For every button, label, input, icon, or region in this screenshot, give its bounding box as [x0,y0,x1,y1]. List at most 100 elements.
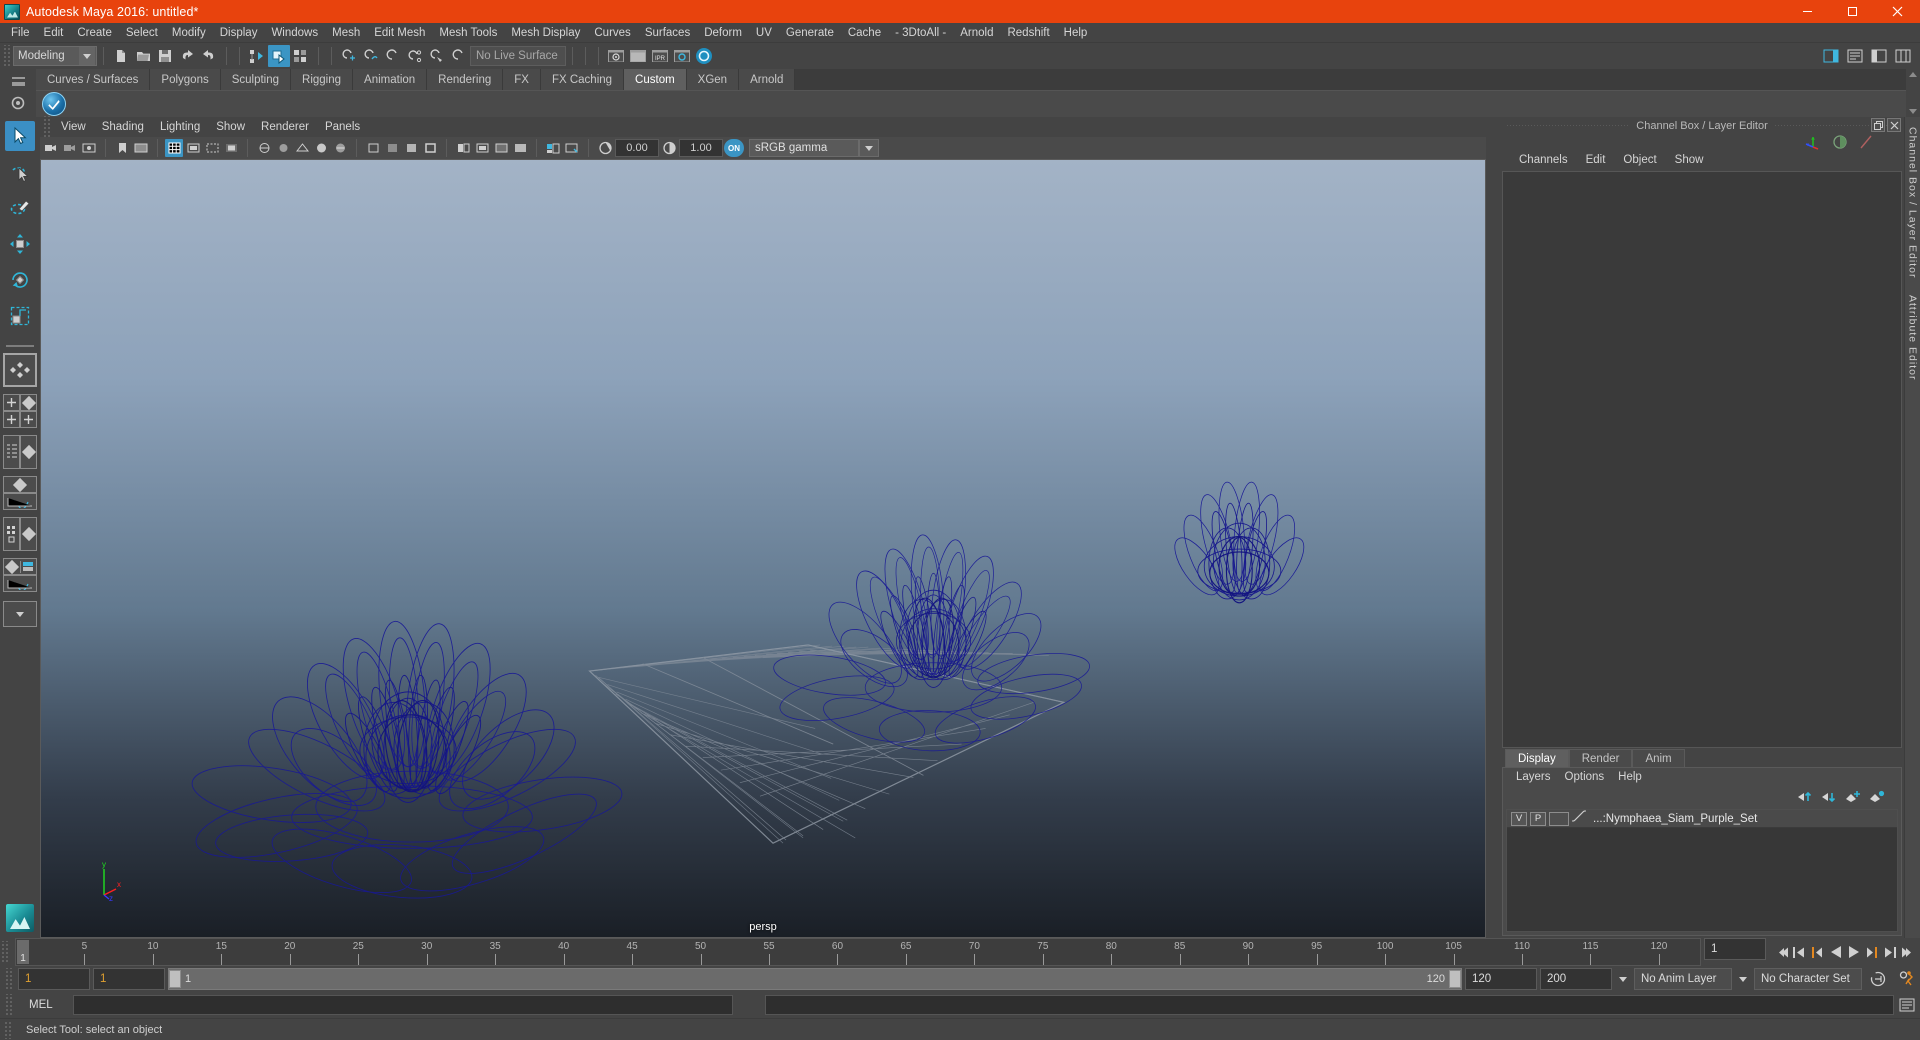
range-slider-grip[interactable] [4,968,12,990]
new-scene-icon[interactable] [110,45,132,67]
layout-cell-graph[interactable] [3,493,37,510]
checkmark-badge-icon[interactable] [42,92,66,116]
lasso-select-tool[interactable] [5,157,35,187]
channelbox-menu-object[interactable]: Object [1614,153,1665,167]
snap-point-icon[interactable] [382,45,404,67]
anim-layer-dropdown-arrow[interactable] [1615,976,1631,982]
redo-icon[interactable] [198,45,220,67]
layout-cell-persp[interactable] [20,517,37,551]
layer-visibility-toggle[interactable]: V [1511,811,1527,826]
smooth-shade-icon[interactable] [312,139,330,157]
outliner-persp-layout[interactable] [3,435,37,469]
xray-active-components-icon[interactable] [511,139,529,157]
shelf-tab-animation[interactable]: Animation [353,69,428,90]
snap-view-plane-icon[interactable] [426,45,448,67]
tab-display[interactable]: Display [1505,749,1569,767]
gamma-icon[interactable] [660,139,678,157]
camera-attributes-icon[interactable] [80,139,98,157]
resolution-gate-icon[interactable] [203,139,221,157]
menu-generate[interactable]: Generate [779,24,841,42]
layout-cell-outliner[interactable] [3,435,20,469]
menu-create[interactable]: Create [70,24,119,42]
menu-help[interactable]: Help [1057,24,1095,42]
layout-cell[interactable] [20,411,37,428]
minimize-button[interactable] [1785,0,1830,23]
screen-space-ao-icon[interactable] [402,139,420,157]
menu-mesh-tools[interactable]: Mesh Tools [432,24,504,42]
smooth-shade-textured-icon[interactable] [331,139,349,157]
layout-cell[interactable] [3,394,20,411]
step-forward-keyframe-icon[interactable] [1881,941,1898,963]
layout-row[interactable] [3,558,37,575]
shelf-tab-polygons[interactable]: Polygons [150,69,221,90]
hud-icon[interactable] [563,139,581,157]
more-layouts[interactable] [3,601,37,627]
color-profile-field[interactable]: sRGB gamma [749,139,859,157]
menu-3dtoall[interactable]: - 3DtoAll - [888,24,953,42]
animation-end-field[interactable]: 200 [1540,968,1612,990]
shelf-options-icon[interactable] [8,93,28,113]
viewport-grip[interactable] [42,116,50,138]
scroll-up-icon[interactable] [1909,72,1917,77]
menu-file[interactable]: File [4,24,37,42]
scroll-down-icon[interactable] [1909,109,1917,114]
hypershade-persp-layout[interactable] [3,517,37,551]
exposure-field[interactable]: 0.00 [615,139,659,157]
channel-box-icon[interactable] [1892,45,1914,67]
character-set-dropdown-arrow[interactable] [1735,976,1751,982]
shelf-tab-custom[interactable]: Custom [624,69,687,90]
save-scene-icon[interactable] [154,45,176,67]
range-right-handle[interactable] [1449,970,1461,988]
menu-select[interactable]: Select [119,24,165,42]
render-settings-icon[interactable]: IPR [649,45,671,67]
snap-curve-icon[interactable] [360,45,382,67]
new-layer-from-selected-icon[interactable] [1869,790,1885,803]
layout-cell[interactable] [3,411,20,428]
persp-graph-layout[interactable] [3,476,37,510]
select-by-object-icon[interactable] [268,45,290,67]
menu-surfaces[interactable]: Surfaces [638,24,697,42]
go-to-start-icon[interactable] [1773,941,1790,963]
close-panel-icon[interactable] [1887,118,1901,132]
grid-display-icon[interactable] [544,139,562,157]
select-by-component-icon[interactable] [290,45,312,67]
move-layer-up-icon[interactable] [1797,790,1813,803]
layer-list[interactable]: V P ...:Nymphaea_Siam_Purple_Set [1506,809,1898,932]
use-all-lights-icon[interactable] [364,139,382,157]
snap-projectcenter-icon[interactable] [404,45,426,67]
script-language-label[interactable]: MEL [15,999,73,1011]
shelf-tab-fx[interactable]: FX [503,69,541,90]
play-backwards-icon[interactable] [1827,941,1844,963]
maximize-button[interactable] [1830,0,1875,23]
script-editor-icon[interactable] [1898,996,1916,1014]
layout-cell-hypershade[interactable] [3,517,20,551]
tab-anim[interactable]: Anim [1632,749,1685,767]
viewport-menu-lighting[interactable]: Lighting [152,120,208,134]
command-input[interactable] [73,995,733,1015]
toolbar-grip[interactable] [2,45,10,67]
anim-layer-field[interactable]: No Anim Layer [1634,968,1732,990]
step-forward-frame-icon[interactable] [1863,941,1880,963]
command-output[interactable] [765,995,1894,1015]
hypershade-icon[interactable] [671,45,693,67]
layer-type-icon[interactable] [1572,809,1586,828]
channel-box-attribute-list[interactable] [1502,171,1902,748]
select-by-hierarchy-icon[interactable] [246,45,268,67]
color-management-toggle[interactable]: ON [724,139,744,157]
grid-toggle-icon[interactable] [165,139,183,157]
viewport-menu-renderer[interactable]: Renderer [253,120,317,134]
image-plane-icon[interactable] [132,139,150,157]
shelf-tab-arnold[interactable]: Arnold [739,69,796,90]
menu-mesh[interactable]: Mesh [325,24,367,42]
render-current-frame-icon[interactable] [605,45,627,67]
menu-mesh-display[interactable]: Mesh Display [504,24,587,42]
layer-name[interactable]: ...:Nymphaea_Siam_Purple_Set [1593,813,1757,825]
persp-outliner-graph-layout[interactable] [3,558,37,592]
menu-windows[interactable]: Windows [264,24,325,42]
half-tone-icon[interactable] [1832,134,1848,150]
slash-icon[interactable] [1858,134,1874,150]
side-tab-channel-box[interactable]: Channel Box / Layer Editor [1907,127,1919,279]
menu-arnold[interactable]: Arnold [953,24,1000,42]
four-view-layout[interactable] [3,394,37,428]
film-gate-icon[interactable] [184,139,202,157]
